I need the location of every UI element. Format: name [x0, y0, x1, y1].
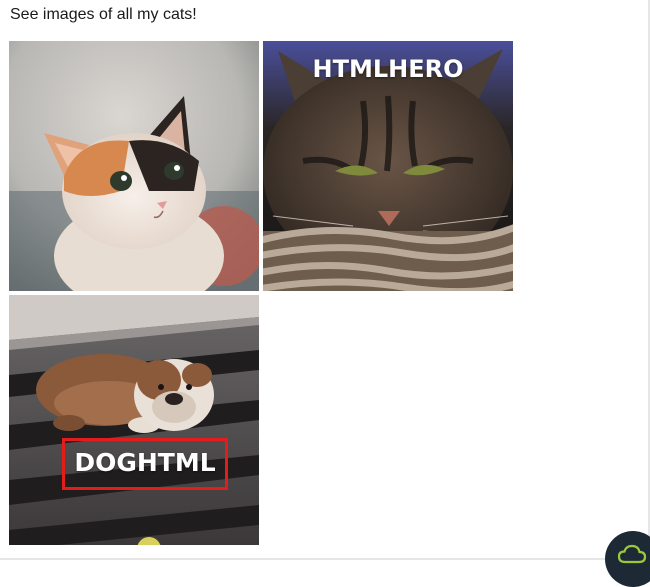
- kitten-image: [9, 41, 259, 291]
- kitten-illustration: [9, 41, 259, 291]
- image-caption-htmlhero: HTMLHERO: [312, 55, 464, 83]
- bulldog-illustration: [9, 295, 259, 545]
- image-caption-doghtml: DOGHTML: [62, 438, 228, 490]
- floating-cloud-button[interactable]: [605, 531, 650, 587]
- bulldog-image: DOGHTML: [9, 295, 259, 545]
- intro-text: See images of all my cats!: [10, 6, 197, 23]
- tabby-cat-image: HTMLHERO: [263, 41, 513, 291]
- cloud-icon: [617, 544, 647, 564]
